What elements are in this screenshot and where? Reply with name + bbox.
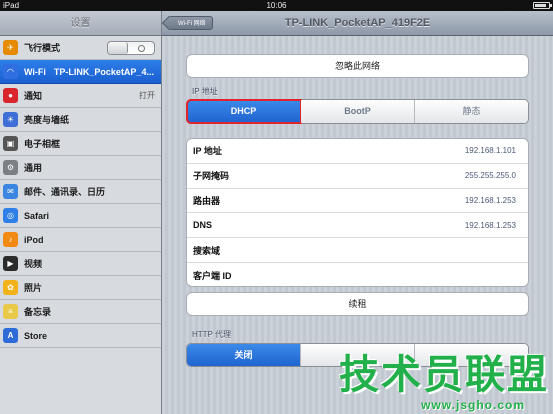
sidebar-item[interactable]: ≡ 备忘录 [0,300,161,324]
sidebar-item-label: 电子相框 [24,139,61,149]
battery-icon [533,2,552,9]
gear-icon: ⚙ [3,160,18,175]
picture-frame-icon: ▣ [3,136,18,151]
sidebar-item-label: 备忘录 [24,307,52,317]
sidebar-item-label: 视频 [24,259,43,269]
store-icon: A [3,328,18,343]
sidebar-item-label: 飞行模式 [24,43,61,53]
ip-mode-option[interactable]: BootP [301,100,415,123]
sunflower-icon: ✿ [3,280,18,295]
row-key: DNS [193,220,213,231]
safari-icon: ◎ [3,208,18,223]
sidebar-item[interactable]: A Store [0,324,161,348]
wifi-detail-pane: Wi-Fi 网络 TP-LINK_PocketAP_419F2E 忽略此网络 I… [162,11,553,414]
sidebar-item-label: 邮件、通讯录、日历 [24,187,106,197]
sidebar-item[interactable]: ✿ 照片 [0,276,161,300]
forget-network-button[interactable]: 忽略此网络 [186,54,529,78]
row-key: IP 地址 [193,146,222,157]
sidebar-item[interactable]: ✈ 飞行模式 [0,36,161,60]
sidebar-item[interactable]: ▣ 电子相框 [0,132,161,156]
brightness-icon: ☀ [3,112,18,127]
sidebar-title: 设置 [0,11,161,36]
sidebar-item-label: 通知 [24,91,43,101]
sidebar-item-label: 亮度与墙纸 [24,115,70,125]
table-row: 路由器 192.168.1.253 [187,189,528,214]
mail-icon: ✉ [3,184,18,199]
table-row: 客户端 ID [187,263,528,288]
sidebar-list: ✈ 飞行模式 ◠ Wi-Fi TP-LINK_PocketAP_4... ● 通知 打开 ☀ 亮度… [0,36,161,348]
proxy-mode-option[interactable]: 关闭 [187,344,301,366]
sidebar-item[interactable]: ☀ 亮度与墙纸 [0,108,161,132]
airplane-icon: ✈ [3,40,18,55]
status-bar: iPad 10:06 [0,0,553,11]
ipod-icon: ♪ [3,232,18,247]
row-value: 192.168.1.253 [464,195,516,205]
sidebar-item-label: 照片 [24,283,43,293]
sidebar-item[interactable]: ● 通知 打开 [0,84,161,108]
sidebar-item[interactable]: ◠ Wi-Fi TP-LINK_PocketAP_4... [0,60,161,84]
settings-sidebar: 设置 ✈ 飞行模式 ◠ Wi-Fi TP-LINK_PocketAP_4... ● 通知 打开… [0,11,162,414]
notification-icon: ● [3,88,18,103]
notes-icon: ≡ [3,304,18,319]
sidebar-item[interactable]: ♪ iPod [0,228,161,252]
off-indicator-icon [138,44,145,52]
video-icon: ▶ [3,256,18,271]
row-value: 255.255.255.0 [464,171,516,181]
wifi-icon: ◠ [3,64,18,79]
row-value: 192.168.1.253 [464,220,516,230]
sidebar-item-value: 打开 [139,91,155,100]
ip-section-label: IP 地址 [192,87,218,96]
sidebar-item-label: iPod [24,234,44,245]
sidebar-item[interactable]: ✉ 邮件、通讯录、日历 [0,180,161,204]
sidebar-item-label: 通用 [24,163,43,173]
renew-lease-button[interactable]: 续租 [186,292,529,316]
row-key: 子网掩码 [193,171,230,182]
ip-mode-segmented-control: DHCP BootP 静态 [186,99,529,124]
ip-mode-option[interactable]: DHCP [186,99,302,124]
airplane-mode-toggle[interactable] [107,40,155,55]
table-row: 搜索域 [187,238,528,263]
toggle-knob [108,41,128,54]
http-proxy-label: HTTP 代理 [192,330,231,339]
sidebar-item[interactable]: ◎ Safari [0,204,161,228]
row-key: 客户端 ID [193,270,232,281]
page-title: TP-LINK_PocketAP_419F2E [284,17,431,29]
sidebar-item-label: Store [24,330,48,341]
table-row: IP 地址 192.168.1.101 [187,139,528,164]
nav-bar: Wi-Fi 网络 TP-LINK_PocketAP_419F2E [162,11,553,36]
watermark-url: www.jsgho.com [421,398,525,412]
sidebar-item-label: Safari [24,210,50,221]
battery-fill [535,4,547,7]
sidebar-item[interactable]: ⚙ 通用 [0,156,161,180]
row-key: 搜索域 [193,245,221,256]
clock: 10:06 [266,1,287,10]
sidebar-item[interactable]: ▶ 视频 [0,252,161,276]
table-row: 子网掩码 255.255.255.0 [187,164,528,189]
sidebar-item-label: Wi-Fi [24,66,46,77]
row-value: 192.168.1.101 [464,146,516,156]
row-key: 路由器 [193,195,221,206]
ip-mode-option[interactable]: 静态 [415,100,528,123]
table-row: DNS 192.168.1.253 [187,213,528,239]
watermark-text: 技术员联盟 [339,352,549,398]
ip-info-table: IP 地址 192.168.1.101 子网掩码 255.255.255.0 路由器 19… [186,138,529,287]
wifi-network-name: TP-LINK_PocketAP_4... [53,66,154,77]
